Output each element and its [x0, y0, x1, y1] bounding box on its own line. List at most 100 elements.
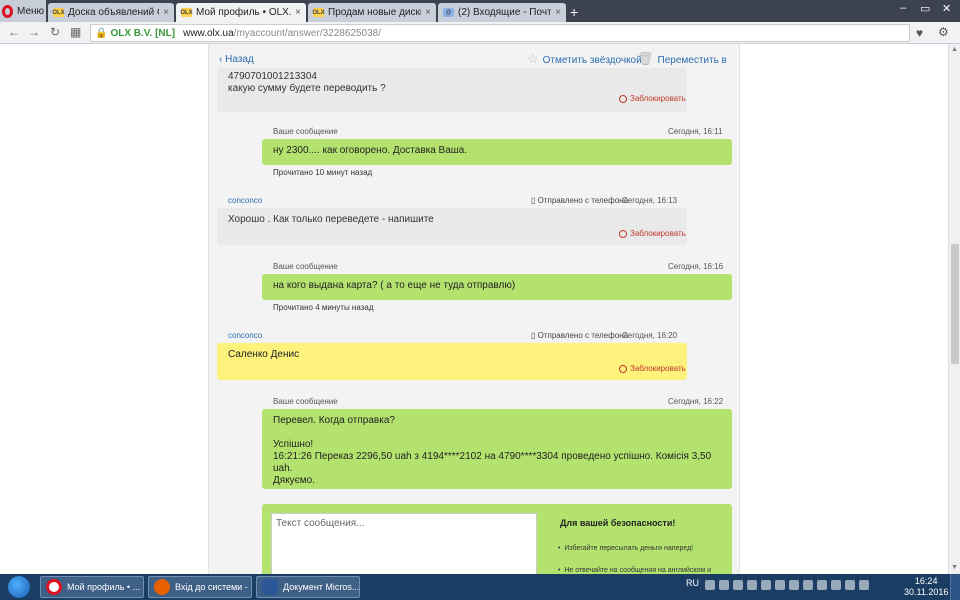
tab-title: (2) Входящие - Почта Mail — [458, 7, 552, 18]
message-text: Перевел. Когда отправка? — [273, 415, 395, 426]
tray-icon[interactable] — [747, 580, 757, 590]
safety-tip: • Не отвечайте на сообщения на английско… — [558, 567, 712, 574]
windows-taskbar: Мой профиль • ... Вхід до системи - ... … — [0, 574, 960, 600]
message-author: Ваше сообщение — [273, 397, 338, 406]
tray-icon[interactable] — [831, 580, 841, 590]
tab-my-profile[interactable]: OLX Мой профиль • OLX.ua × — [176, 3, 306, 22]
tab-olx-board[interactable]: OLX Доска объявлений OLX.ua × — [48, 3, 174, 22]
browser-menu-button[interactable]: Меню — [0, 0, 46, 22]
safety-tip: • Избегайте пересылать деньги наперед! — [558, 545, 694, 552]
tray-icon[interactable] — [789, 580, 799, 590]
new-tab-button[interactable]: + — [570, 4, 578, 20]
message-bubble-mine: на кого выдана карта? ( а то еще не туда… — [262, 274, 732, 300]
sent-from-phone: ▯ Отправлено с телефона — [531, 331, 628, 340]
message-text: ну 2300.... как оговорено. Доставка Ваша… — [273, 145, 468, 156]
sender-username-link[interactable]: conconco — [228, 196, 262, 205]
message-time: Сегодня, 16:22 — [668, 397, 724, 406]
message-text: 4790701001213304 — [228, 71, 317, 82]
language-indicator[interactable]: RU — [686, 578, 699, 588]
word-icon — [262, 579, 278, 595]
close-icon[interactable]: × — [425, 7, 431, 18]
taskbar-label: Вхід до системи - ... — [175, 582, 252, 592]
menu-label: Меню — [17, 5, 45, 17]
tray-icon[interactable] — [719, 580, 729, 590]
trash-icon: 🗑 — [637, 51, 654, 66]
block-user-link[interactable]: Заблокировать — [619, 364, 686, 373]
scroll-down-icon[interactable]: ▼ — [951, 564, 958, 571]
read-status: Прочитано 4 минуты назад — [273, 303, 374, 312]
tray-icon[interactable] — [761, 580, 771, 590]
tray-icon[interactable] — [817, 580, 827, 590]
message-text: Хорошо . Как только переведете - напишит… — [228, 214, 434, 225]
source-label: Отправлено с телефона — [537, 196, 629, 205]
star-label: Отметить звёздочкой — [542, 55, 642, 66]
block-user-link[interactable]: Заблокировать — [619, 229, 686, 238]
taskbar-item-word[interactable]: Документ Micros... — [256, 576, 360, 598]
star-button[interactable]: ☆ Отметить звёздочкой — [527, 51, 642, 67]
firefox-icon — [154, 579, 170, 595]
show-desktop-button[interactable] — [950, 574, 960, 600]
scrollbar-thumb[interactable] — [951, 244, 959, 364]
heart-icon[interactable]: ♥ — [916, 26, 923, 40]
speed-dial-icon[interactable]: ▦ — [70, 25, 81, 39]
block-icon — [619, 229, 627, 238]
taskbar-item-opera[interactable]: Мой профиль • ... — [40, 576, 144, 598]
close-icon[interactable]: × — [555, 7, 561, 18]
tray-icon[interactable] — [775, 580, 785, 590]
taskbar-clock[interactable]: 16:24 30.11.2016 — [904, 576, 948, 598]
message-text: на кого выдана карта? ( а то еще не туда… — [273, 280, 516, 291]
windows-logo-icon — [8, 576, 30, 598]
source-label: Отправлено с телефона — [537, 331, 629, 340]
tray-icon[interactable] — [705, 580, 715, 590]
message-author: Ваше сообщение — [273, 262, 338, 271]
browser-tab-bar: Меню OLX Доска объявлений OLX.ua × OLX М… — [0, 0, 960, 22]
olx-favicon-icon: OLX — [52, 8, 65, 17]
tray-icon[interactable] — [859, 580, 869, 590]
scroll-up-icon[interactable]: ▲ — [951, 46, 958, 53]
tip-text: Избегайте пересылать деньги наперед! — [564, 545, 694, 552]
sender-username-link[interactable]: conconco — [228, 331, 262, 340]
maximize-icon[interactable]: ▭ — [920, 2, 930, 15]
read-status: Прочитано 10 минут назад — [273, 168, 373, 177]
message-bubble-mine: Перевел. Когда отправка? Успішно! 16:21:… — [262, 409, 732, 489]
message-time: Сегодня, 16:13 — [622, 196, 678, 205]
message-time: Сегодня, 16:20 — [622, 331, 678, 340]
url-field[interactable]: 🔒 OLX B.V. [NL] www.olx.ua /myaccount/an… — [90, 24, 910, 42]
tray-icon[interactable] — [845, 580, 855, 590]
taskbar-label: Документ Micros... — [283, 582, 360, 592]
message-textarea[interactable]: Текст сообщения... — [271, 513, 537, 574]
tab-wheels-ad[interactable]: OLX Продам новые диски R16 × — [308, 3, 436, 22]
start-button[interactable] — [4, 574, 34, 600]
olx-favicon-icon: OLX — [312, 8, 325, 17]
block-user-link[interactable]: Заблокировать — [619, 94, 686, 103]
close-window-icon[interactable]: ✕ — [942, 2, 951, 15]
message-text: какую сумму будете переводить ? — [228, 83, 386, 94]
tab-title: Продам новые диски R16 — [328, 7, 421, 18]
message-bubble-theirs: Хорошо . Как только переведете - напишит… — [217, 208, 687, 245]
tray-icon[interactable] — [733, 580, 743, 590]
message-text: Дякуємо. — [273, 475, 315, 486]
reload-icon[interactable]: ↻ — [50, 25, 60, 39]
page-viewport: ‹ Назад ☆ Отметить звёздочкой 🗑 Переместит… — [0, 44, 948, 574]
back-link[interactable]: ‹ Назад — [219, 54, 254, 65]
tab-mail-inbox[interactable]: @ (2) Входящие - Почта Mail × — [438, 3, 566, 22]
phone-icon: ▯ — [531, 196, 538, 205]
page-scrollbar[interactable]: ▲ ▼ — [948, 44, 960, 574]
taskbar-item-firefox[interactable]: Вхід до системи - ... — [148, 576, 252, 598]
options-icon[interactable]: ⚙ — [938, 25, 949, 39]
close-icon[interactable]: × — [295, 7, 301, 18]
system-tray — [705, 580, 869, 590]
minimize-icon[interactable]: – — [900, 2, 906, 14]
reply-composer: Текст сообщения... Для вашей безопасност… — [262, 504, 732, 574]
close-icon[interactable]: × — [163, 7, 169, 18]
clock-time: 16:24 — [914, 576, 938, 586]
message-text: 16:21:26 Переказ 2296,50 uah з 4194****2… — [273, 451, 712, 474]
url-path: /myaccount/answer/3228625038/ — [233, 27, 381, 39]
back-arrow-icon[interactable]: ← — [8, 25, 20, 39]
tray-icon[interactable] — [803, 580, 813, 590]
forward-arrow-icon[interactable]: → — [28, 25, 40, 39]
back-label: Назад — [225, 54, 254, 65]
sent-from-phone: ▯ Отправлено с телефона — [531, 196, 628, 205]
message-time: Сегодня, 16:11 — [668, 127, 723, 136]
block-icon — [619, 94, 627, 103]
